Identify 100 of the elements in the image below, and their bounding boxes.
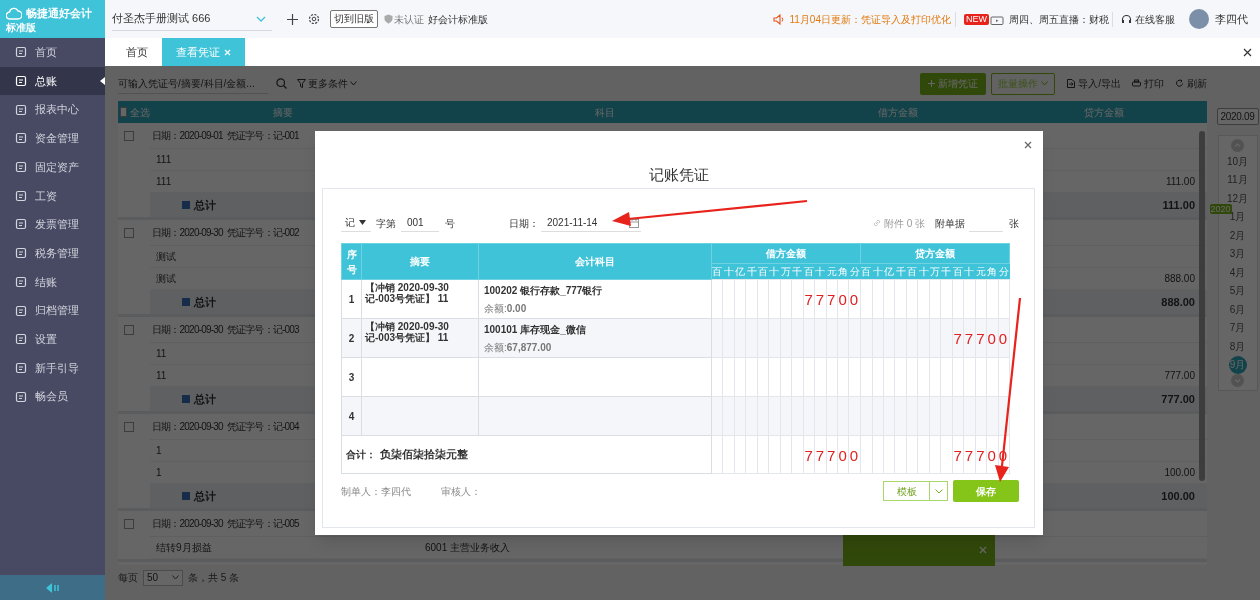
sidebar-item[interactable]: 畅会员 <box>0 382 105 411</box>
total-label: 总计 <box>194 197 216 213</box>
menu-item-icon <box>15 75 27 88</box>
sidebar-item[interactable]: 新手引导 <box>0 353 105 383</box>
record-count: 条，共 5 条 <box>188 571 240 585</box>
page-size-label: 每页 <box>118 571 138 585</box>
menu-item-icon <box>15 275 27 288</box>
debit-total: 77700 <box>804 447 862 462</box>
column-header: 借方金额 <box>711 243 861 264</box>
sidebar-item[interactable]: 结账 <box>0 267 105 297</box>
voucher-date: 日期：2020-09-01 <box>152 129 223 143</box>
checkbox[interactable] <box>124 325 134 335</box>
total-label: 总计 <box>194 488 216 504</box>
balance-text: 余额:67,877.00 <box>484 341 552 355</box>
search-field[interactable]: 可输入凭证号/摘要/科目/金额... <box>118 73 268 94</box>
digit-unit-header: 百 <box>757 263 769 280</box>
sidebar-item[interactable]: 设置 <box>0 324 105 354</box>
debit-amount: 77700 <box>804 291 862 307</box>
checkbox[interactable] <box>120 107 127 117</box>
sidebar-item[interactable]: 报表中心 <box>0 95 105 125</box>
digit-unit-header: 百 <box>711 263 723 280</box>
column-header: 科目 <box>595 105 615 120</box>
sidebar-item[interactable]: 归档管理 <box>0 296 105 325</box>
period-field[interactable]: 2020.09 <box>1216 108 1259 125</box>
checkbox[interactable] <box>124 422 134 432</box>
menu-item-icon <box>15 218 27 231</box>
field-label: 号 <box>445 216 455 231</box>
sidebar-item[interactable]: 工资 <box>0 181 105 211</box>
menu-item-icon <box>15 390 27 403</box>
entry-summary[interactable]: 【冲销 2020-09-30 记-003号凭证】 11 <box>361 318 479 358</box>
user-name[interactable]: 李四代 <box>1215 10 1248 28</box>
online-support-link[interactable]: 在线客服 <box>1135 11 1175 27</box>
sidebar-item[interactable]: 资金管理 <box>0 124 105 153</box>
column-header: 贷方金额 <box>1083 105 1124 120</box>
settings-icon[interactable] <box>308 13 320 25</box>
sidebar-item[interactable]: 固定资产 <box>0 152 105 182</box>
digit-unit-header: 百 <box>952 263 964 280</box>
menu-item-icon <box>15 304 27 317</box>
account-subject[interactable]: 100202 银行存款_777银行 <box>484 283 603 298</box>
voucher-number-field[interactable]: 001 <box>401 214 439 232</box>
table-cell-text: 11 <box>156 369 167 383</box>
table-cell-text: 测试 <box>156 272 176 286</box>
voucher-number: 凭证字号：记-003 <box>226 323 299 337</box>
page-size-select[interactable]: 50 <box>143 569 183 586</box>
sidebar-item[interactable]: 总账 <box>0 66 105 96</box>
entry-summary[interactable]: 【冲销 2020-09-30 记-003号凭证】 11 <box>361 279 479 319</box>
close-icon[interactable] <box>1243 47 1252 57</box>
menu-item-icon <box>15 189 27 202</box>
row-number: 4 <box>341 396 362 436</box>
collapse-icon <box>45 582 60 593</box>
row-number: 1 <box>341 279 362 319</box>
digit-unit-header: 十 <box>872 263 884 280</box>
template-button[interactable]: 模板 <box>883 481 948 501</box>
shield-icon <box>384 14 393 24</box>
sidebar-item[interactable]: 发票管理 <box>0 210 105 239</box>
close-icon[interactable] <box>1024 141 1032 149</box>
digit-unit-header: 角 <box>837 263 849 280</box>
column-header: 借方金额 <box>877 105 918 120</box>
certification-status: 未认证 <box>394 12 424 27</box>
voucher-number: 凭证字号：记-005 <box>226 517 299 531</box>
digit-unit-header: 分 <box>998 263 1010 280</box>
menu-item-icon <box>15 132 27 145</box>
dialog-title: 记账凭证 <box>648 165 710 185</box>
scrollbar[interactable] <box>1199 131 1205 481</box>
total-label: 合计： <box>346 448 376 462</box>
menu-item-icon <box>15 161 27 174</box>
collapse-bar[interactable] <box>0 575 105 600</box>
voucher-number: 凭证字号：记-004 <box>226 420 299 434</box>
search-icon[interactable] <box>276 78 287 89</box>
account-subject[interactable]: 100101 库存现金_微信 <box>484 322 586 337</box>
checkbox[interactable] <box>124 131 134 141</box>
checkbox[interactable] <box>124 519 134 529</box>
voucher-word-select[interactable]: 记 <box>341 214 371 232</box>
digit-unit-header: 百 <box>906 263 918 280</box>
account-selector[interactable]: 付圣杰手册测试 666 <box>112 7 272 31</box>
checkbox[interactable] <box>124 228 134 238</box>
caret-down-icon <box>359 220 366 225</box>
switch-version-button[interactable]: 切到旧版 <box>330 10 378 28</box>
table-cell-text: 1 <box>156 466 162 480</box>
chevron-down-icon <box>350 81 357 86</box>
field-label: 字第 <box>376 216 396 231</box>
digit-unit-header: 百 <box>803 263 815 280</box>
plus-icon[interactable] <box>287 13 298 25</box>
row-number: 2 <box>341 318 362 358</box>
table-cell-text: 结转9月损益 <box>156 541 212 555</box>
sidebar-item[interactable]: 首页 <box>0 38 105 67</box>
year-badge: 2020 <box>1209 203 1232 214</box>
digit-unit-header: 元 <box>975 263 987 280</box>
total-amount: 777.00 <box>1161 391 1195 407</box>
filter-icon <box>297 79 306 88</box>
square-icon <box>182 201 190 209</box>
table-cell-text: 1 <box>156 444 162 458</box>
menu-item-icon <box>15 361 27 374</box>
chevron-down-icon[interactable] <box>1231 374 1244 387</box>
sidebar-item[interactable]: 税务管理 <box>0 238 105 268</box>
chevron-down-icon <box>256 15 266 22</box>
user-avatar[interactable] <box>1189 9 1209 29</box>
live-stream-notice[interactable]: 周四、周五直播：财税 <box>1009 11 1113 27</box>
calendar-icon <box>629 217 639 228</box>
import-icon <box>1066 79 1076 88</box>
